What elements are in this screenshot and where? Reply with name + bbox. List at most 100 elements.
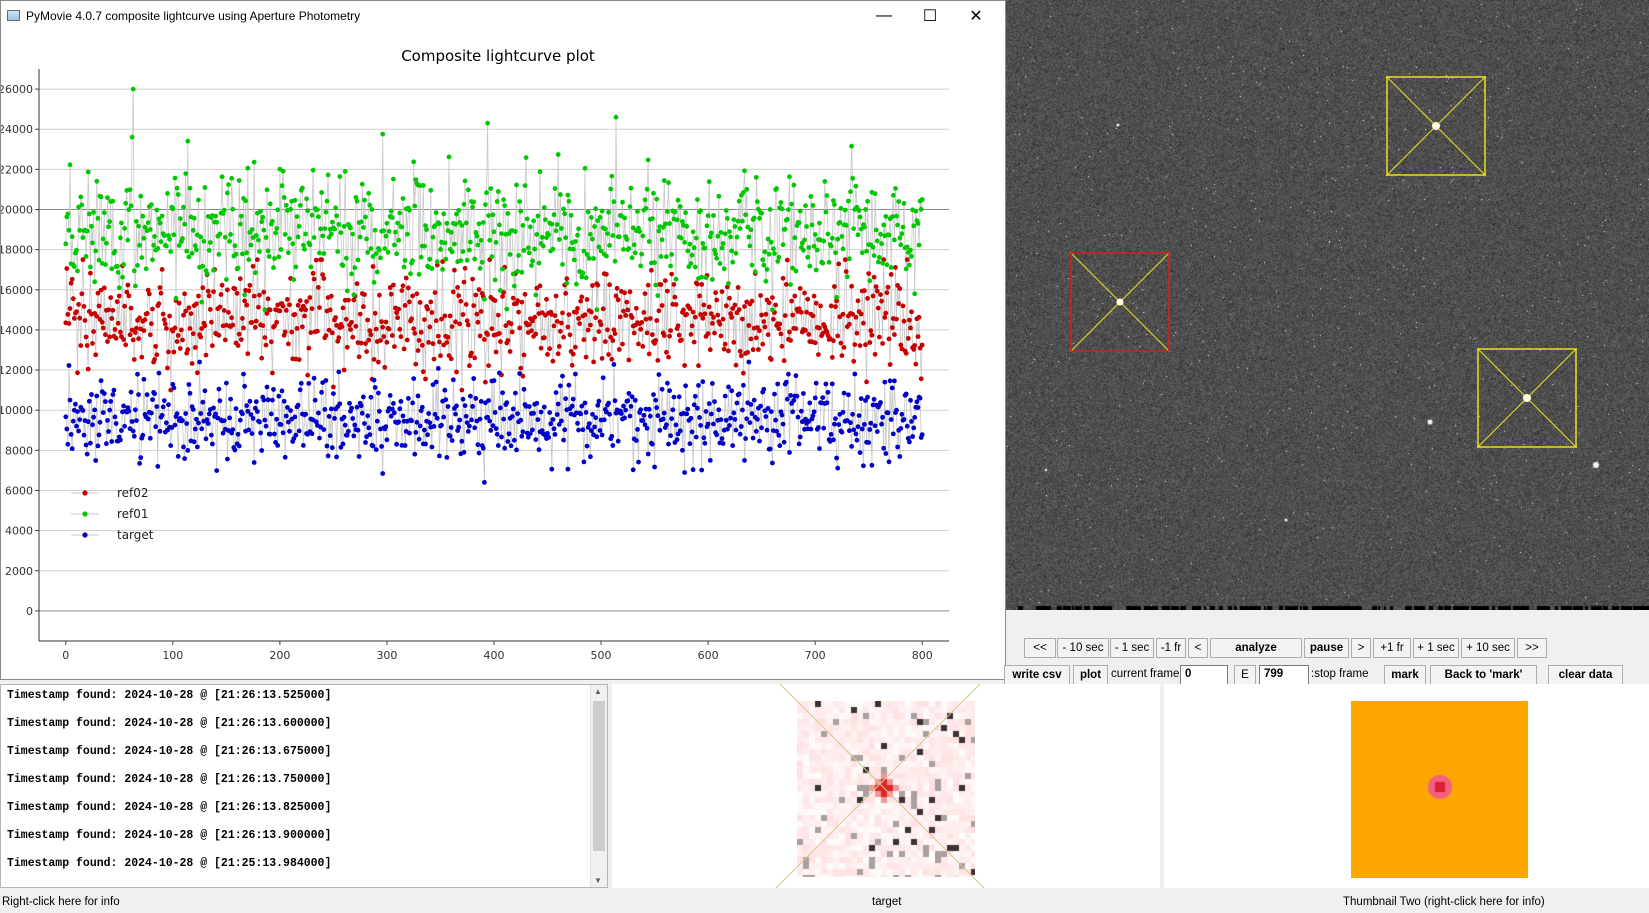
data-point	[679, 235, 684, 241]
mark-button[interactable]: mark	[1384, 665, 1426, 685]
plus-1-frame-button[interactable]: +1 fr	[1373, 638, 1411, 658]
data-point	[878, 292, 883, 297]
data-point	[83, 254, 89, 259]
data-point	[710, 277, 715, 282]
thumbnail-one-pane[interactable]	[612, 684, 1160, 888]
data-point	[531, 218, 536, 224]
data-point	[305, 372, 311, 378]
data-point	[740, 407, 745, 413]
data-point	[168, 443, 174, 448]
data-point	[832, 202, 837, 207]
step-back-button[interactable]: <	[1188, 638, 1208, 658]
analyze-button[interactable]: analyze	[1210, 638, 1302, 658]
data-point	[654, 318, 660, 323]
data-point	[371, 377, 377, 383]
data-point	[695, 281, 700, 287]
stop-frame-input[interactable]: 799	[1259, 665, 1309, 685]
data-point	[91, 414, 96, 420]
thumbnail-two-pane[interactable]	[1164, 684, 1649, 888]
data-point	[792, 293, 798, 299]
current-frame-input[interactable]: 0	[1180, 665, 1228, 685]
status-left[interactable]: Right-click here for info	[2, 896, 120, 908]
data-point	[706, 179, 712, 185]
data-point	[532, 314, 538, 320]
minimize-button[interactable]: —	[861, 1, 907, 31]
data-point	[406, 285, 411, 291]
close-button[interactable]: ✕	[953, 1, 999, 31]
plus-10-sec-button[interactable]: + 10 sec	[1461, 638, 1515, 658]
back-fast-button[interactable]: <<	[1024, 638, 1056, 658]
data-point	[446, 154, 452, 160]
window-titlebar[interactable]: PyMovie 4.0.7 composite lightcurve using…	[1, 1, 1005, 31]
data-point	[689, 429, 695, 435]
plot-button[interactable]: plot	[1073, 665, 1108, 685]
data-point	[85, 169, 91, 175]
data-point	[243, 198, 249, 204]
data-point	[172, 325, 178, 331]
data-point	[630, 467, 636, 473]
data-point	[172, 175, 178, 181]
ref-aperture-1[interactable]	[1386, 76, 1486, 176]
data-point	[904, 423, 910, 429]
ref-aperture-2[interactable]	[1477, 348, 1577, 448]
data-point	[261, 227, 267, 233]
clear-data-button[interactable]: clear data	[1548, 665, 1623, 685]
data-point	[377, 408, 382, 414]
plus-1-sec-button[interactable]: + 1 sec	[1413, 638, 1459, 658]
log-text-area[interactable]: Timestamp found: 2024-10-28 @ [21:26:13.…	[0, 684, 608, 888]
data-point	[730, 443, 736, 448]
data-point	[255, 409, 260, 414]
data-point	[219, 282, 225, 288]
data-point	[136, 392, 142, 397]
data-point	[350, 416, 356, 421]
data-point	[833, 250, 838, 256]
scroll-down-icon[interactable]: ▼	[594, 876, 602, 885]
minus-1-sec-button[interactable]: - 1 sec	[1110, 638, 1154, 658]
data-point	[742, 304, 747, 309]
data-point	[654, 196, 660, 202]
data-point	[718, 230, 724, 235]
data-point	[672, 294, 678, 300]
data-point	[644, 330, 650, 336]
data-point	[71, 264, 77, 269]
log-scrollbar[interactable]: ▲ ▼	[590, 685, 607, 887]
data-point	[581, 459, 587, 465]
data-point	[852, 371, 858, 377]
write-csv-button[interactable]: write csv	[1004, 665, 1070, 685]
data-point	[457, 417, 463, 423]
data-point	[508, 443, 514, 449]
minus-10-sec-button[interactable]: - 10 sec	[1057, 638, 1109, 658]
target-aperture[interactable]	[1070, 252, 1170, 352]
x-tick-label: 800	[912, 649, 933, 662]
data-point	[549, 221, 555, 227]
log-scroll-thumb[interactable]	[593, 701, 605, 851]
data-point	[552, 313, 558, 318]
legend-label: ref01	[117, 507, 149, 521]
data-point	[855, 232, 861, 238]
data-point	[85, 419, 91, 425]
forward-fast-button[interactable]: >>	[1517, 638, 1547, 658]
e-button[interactable]: E	[1234, 665, 1256, 685]
data-point	[505, 338, 511, 343]
data-point	[517, 325, 523, 331]
scroll-up-icon[interactable]: ▲	[594, 687, 602, 696]
maximize-button[interactable]: ☐	[907, 1, 953, 31]
data-point	[392, 344, 397, 349]
data-point	[463, 220, 469, 226]
minus-1-frame-button[interactable]: -1 fr	[1156, 638, 1186, 658]
data-point	[101, 210, 107, 216]
star-field-image[interactable]	[1006, 0, 1649, 610]
pause-button[interactable]: pause	[1304, 638, 1349, 658]
lightcurve-plot-window[interactable]: PyMovie 4.0.7 composite lightcurve using…	[0, 0, 1006, 680]
x-tick-label: 200	[269, 649, 290, 662]
step-forward-button[interactable]: >	[1351, 638, 1371, 658]
status-right[interactable]: Thumbnail Two (right-click here for info…	[1343, 896, 1545, 908]
back-to-mark-button[interactable]: Back to 'mark'	[1430, 665, 1537, 685]
data-point	[664, 422, 669, 428]
lightcurve-plot[interactable]: Composite lightcurve plot 0 2000 4000 6000 80…	[1, 31, 1005, 679]
data-point	[614, 222, 620, 228]
data-point	[154, 404, 160, 409]
data-point	[537, 169, 543, 175]
data-point	[416, 436, 422, 442]
data-point	[656, 228, 662, 234]
